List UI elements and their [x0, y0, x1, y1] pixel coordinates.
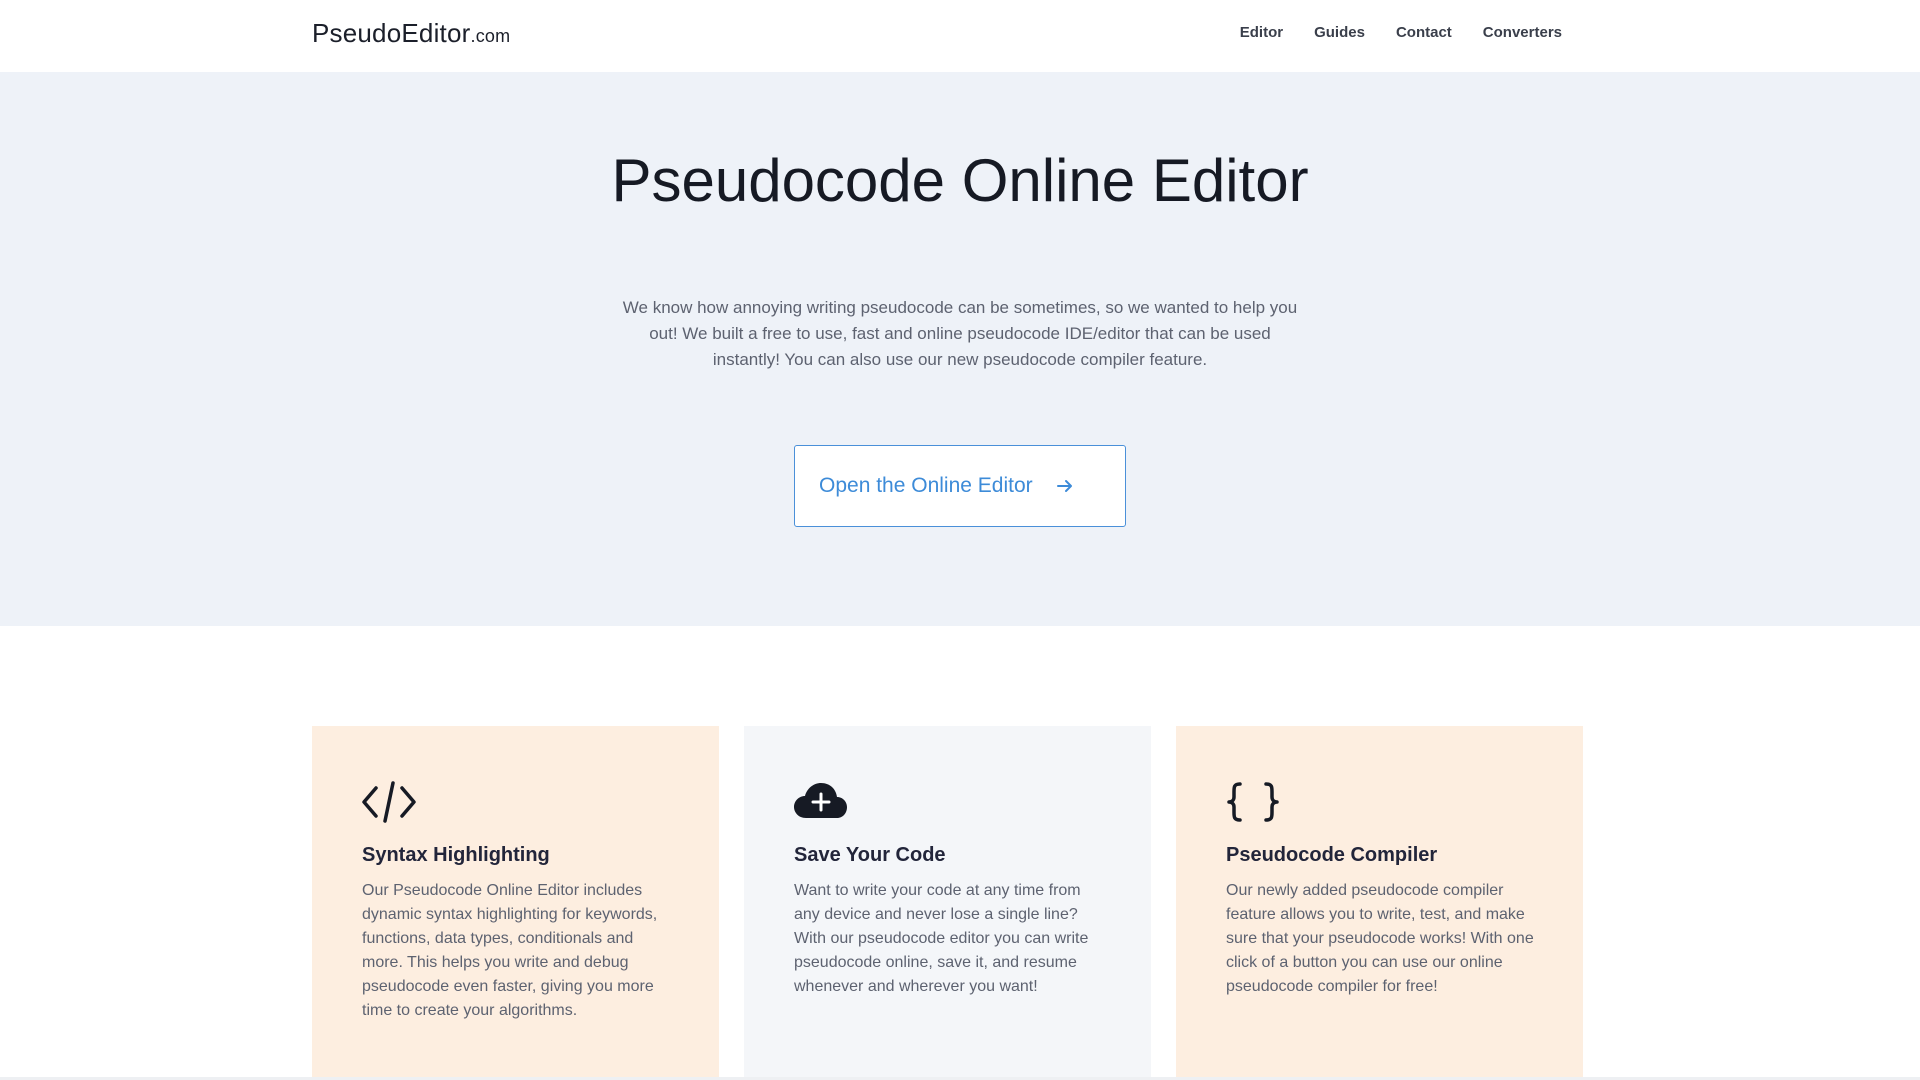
feature-text: Our Pseudocode Online Editor includes dy… — [362, 882, 658, 1019]
logo-main: PseudoEditor — [312, 18, 471, 48]
feature-text: Want to write your code at any time from… — [794, 882, 1089, 995]
curly-braces-icon — [1226, 778, 1280, 826]
feature-card-compiler: Pseudocode Compiler Our newly added pseu… — [1176, 726, 1583, 1080]
feature-text: Our newly added pseudocode compiler feat… — [1226, 882, 1534, 995]
open-editor-label: Open the Online Editor — [819, 474, 1033, 497]
nav-editor[interactable]: Editor — [1240, 24, 1283, 41]
hero-section: Pseudocode Online Editor We know how ann… — [0, 72, 1920, 626]
logo-suffix: .com — [470, 26, 511, 46]
hero-title: Pseudocode Online Editor — [611, 147, 1309, 214]
feature-title: Pseudocode Compiler — [1226, 844, 1438, 866]
site-logo[interactable]: PseudoEditor.com — [312, 18, 510, 49]
arrow-right-icon — [1055, 476, 1075, 496]
nav-guides[interactable]: Guides — [1314, 24, 1365, 41]
feature-card-syntax: Syntax Highlighting Our Pseudocode Onlin… — [312, 726, 719, 1080]
site-header: PseudoEditor.com Editor Guides Contact C… — [0, 0, 1920, 72]
main-nav: Editor Guides Contact Converters — [1240, 24, 1562, 41]
feature-title: Save Your Code — [794, 844, 946, 866]
feature-title: Syntax Highlighting — [362, 844, 550, 866]
nav-contact[interactable]: Contact — [1396, 24, 1452, 41]
features-section: Syntax Highlighting Our Pseudocode Onlin… — [312, 726, 1608, 1080]
code-brackets-icon — [362, 778, 416, 826]
nav-converters[interactable]: Converters — [1483, 24, 1562, 41]
feature-card-save: Save Your Code Want to write your code a… — [744, 726, 1151, 1080]
hero-description: We know how annoying writing pseudocode … — [622, 298, 1298, 369]
open-editor-button[interactable]: Open the Online Editor — [794, 445, 1126, 527]
cloud-plus-icon — [794, 778, 848, 826]
